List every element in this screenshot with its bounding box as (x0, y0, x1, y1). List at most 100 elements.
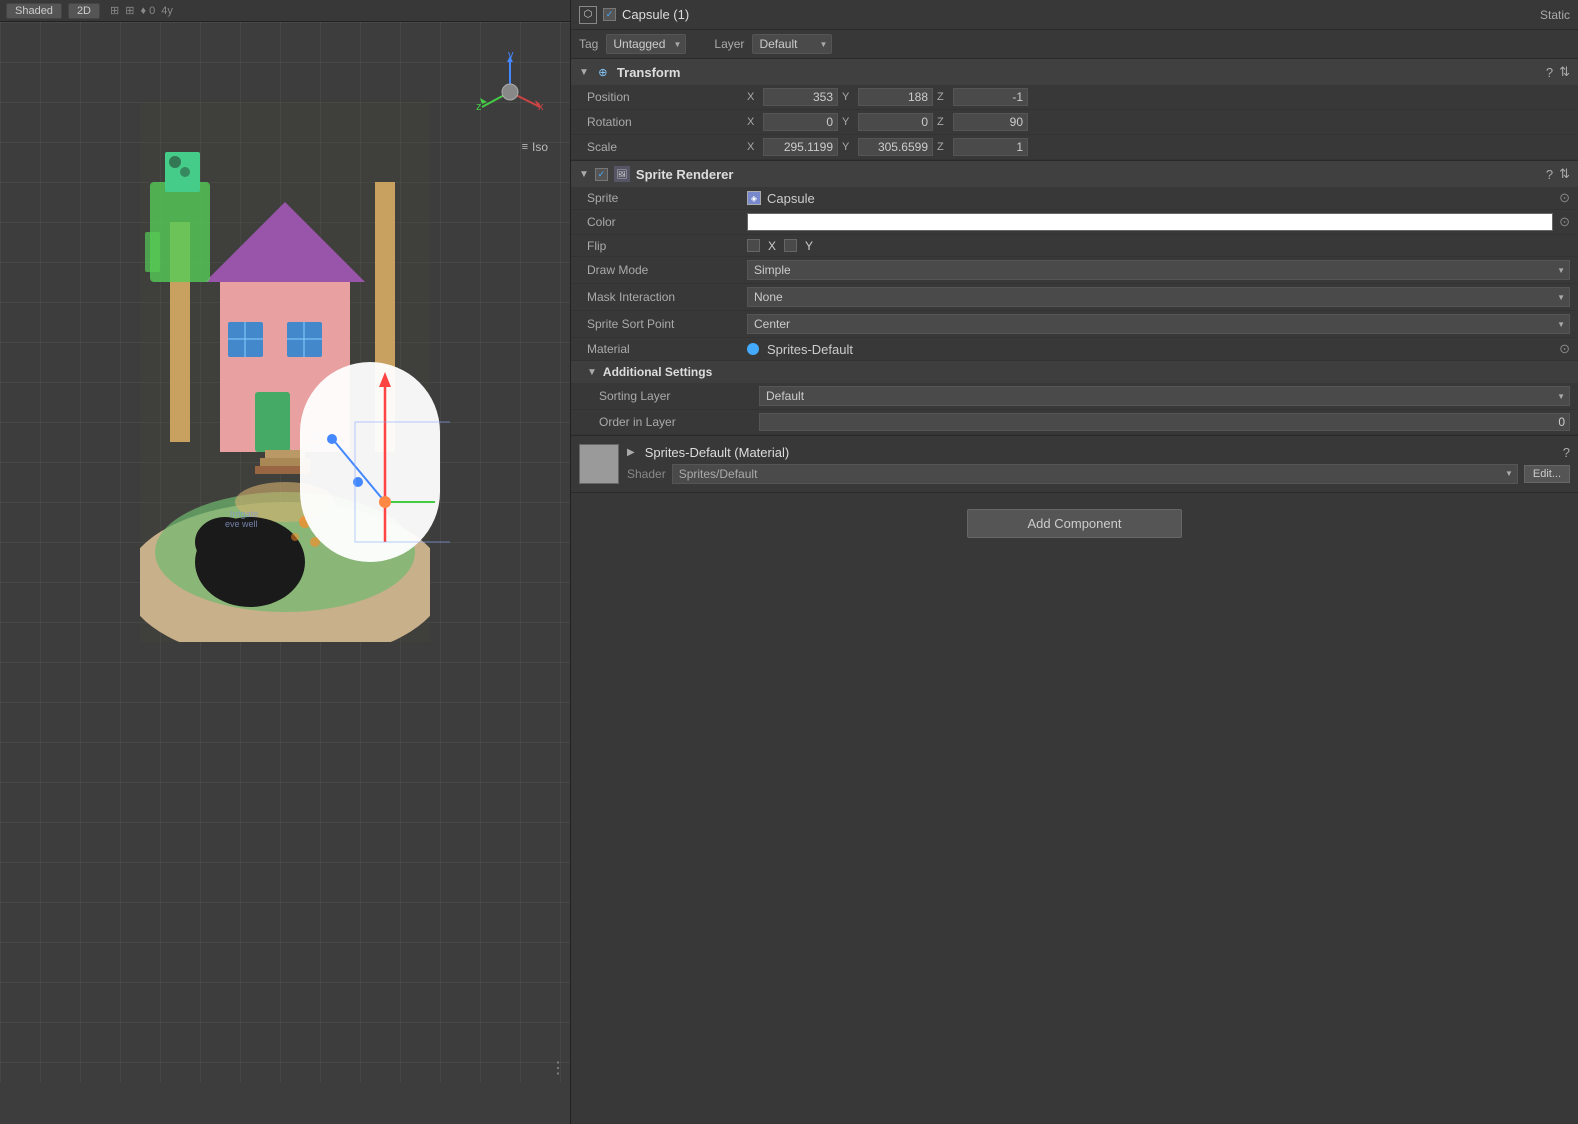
pos-y-input[interactable] (858, 88, 933, 106)
scale-x-input[interactable] (763, 138, 838, 156)
sprite-sort-point-dropdown[interactable]: Center (747, 314, 1570, 334)
sprite-renderer-header[interactable]: ▼ ✓ 🖼 Sprite Renderer ? ⇅ (571, 161, 1578, 187)
order-in-layer-input[interactable] (759, 413, 1570, 431)
material-name-label: Sprites-Default (Material) (645, 445, 790, 460)
material-expand-arrow[interactable]: ▶ (627, 447, 635, 458)
pos-z-input[interactable] (953, 88, 1028, 106)
color-swatch[interactable] (747, 213, 1553, 231)
scale-z-input[interactable] (953, 138, 1028, 156)
material-help-icon[interactable]: ? (1563, 445, 1570, 460)
scale-value: X Y Z (747, 138, 1570, 156)
transform-gizmo (320, 362, 450, 565)
sorting-layer-dropdown[interactable]: Default (759, 386, 1570, 406)
mask-interaction-row: Mask Interaction None (571, 284, 1578, 311)
object-3d-icon: ⬡ (579, 6, 597, 24)
shader-edit-button[interactable]: Edit... (1524, 465, 1570, 483)
rot-z-input[interactable] (953, 113, 1028, 131)
position-row: Position X Y Z (571, 85, 1578, 110)
order-in-layer-label: Order in Layer (599, 415, 759, 429)
transform-help-icon[interactable]: ? (1546, 65, 1553, 80)
mask-interaction-label: Mask Interaction (587, 290, 747, 304)
color-picker-icon[interactable]: ⊙ (1559, 214, 1570, 230)
layer-label: Layer (714, 37, 744, 51)
position-label: Position (587, 90, 747, 104)
sorting-layer-value: Default (759, 386, 1570, 406)
material-info: ▶ Sprites-Default (Material) ? Shader Sp… (627, 445, 1570, 484)
scale-row: Scale X Y Z (571, 135, 1578, 160)
static-label: Static (1540, 8, 1570, 22)
draw-mode-dropdown[interactable]: Simple (747, 260, 1570, 280)
scene-viewport: y z x ≡ Iso (0, 22, 570, 1082)
svg-text:x: x (538, 101, 544, 113)
sprite-picker-icon[interactable]: ⊙ (1559, 190, 1570, 206)
object-name: Capsule (1) (622, 7, 1534, 22)
scene-gizmo: y z x (470, 52, 550, 132)
material-row: Material Sprites-Default ⊙ (571, 338, 1578, 361)
material-section: ▶ Sprites-Default (Material) ? Shader Sp… (571, 436, 1578, 493)
material-icon (747, 343, 759, 355)
shader-label: Shader (627, 467, 666, 481)
sprite-renderer-component: ▼ ✓ 🖼 Sprite Renderer ? ⇅ Sprite ◈ Capsu… (571, 161, 1578, 436)
position-value: X Y Z (747, 88, 1570, 106)
iso-label: ≡ Iso (522, 140, 548, 154)
sprite-row: Sprite ◈ Capsule ⊙ (571, 187, 1578, 210)
scene-toolbar: Shaded 2D ⊞ ⊞ ♦ 0 4y (0, 0, 570, 22)
sprite-label: Sprite (587, 191, 747, 205)
material-picker-icon[interactable]: ⊙ (1559, 341, 1570, 357)
material-name-text: Sprites-Default (767, 342, 853, 357)
flip-row: Flip X Y (571, 235, 1578, 257)
draw-mode-label: Draw Mode (587, 263, 747, 277)
rotation-label: Rotation (587, 115, 747, 129)
transform-header[interactable]: ▼ ⊕ Transform ? ⇅ (571, 59, 1578, 85)
sprite-renderer-icon: 🖼 (614, 166, 630, 182)
svg-text:eve well: eve well (225, 519, 258, 529)
tag-dropdown[interactable]: Untagged (606, 34, 686, 54)
sprite-value: ◈ Capsule ⊙ (747, 190, 1570, 206)
svg-text:Irrigate: Irrigate (230, 509, 258, 519)
scene-options[interactable]: ⋮ (546, 1054, 570, 1082)
transform-title: Transform (617, 65, 1540, 80)
flip-y-label: Y (805, 239, 813, 253)
material-value: Sprites-Default ⊙ (747, 341, 1570, 357)
scale-y-input[interactable] (858, 138, 933, 156)
collapse-arrow: ▼ (579, 67, 589, 78)
shading-dropdown[interactable]: Shaded (6, 3, 62, 19)
flip-label: Flip (587, 239, 747, 253)
pos-x-input[interactable] (763, 88, 838, 106)
flip-x-label: X (768, 239, 776, 253)
material-label: Material (587, 342, 747, 356)
color-value[interactable]: ⊙ (747, 213, 1570, 231)
scene-panel: Shaded 2D ⊞ ⊞ ♦ 0 4y y z x (0, 0, 570, 1124)
rotation-row: Rotation X Y Z (571, 110, 1578, 135)
object-active-checkbox[interactable]: ✓ (603, 8, 616, 21)
shader-dropdown[interactable]: Sprites/Default (672, 464, 1518, 484)
transform-actions: ? ⇅ (1546, 64, 1570, 80)
sprite-renderer-checkbox[interactable]: ✓ (595, 168, 608, 181)
tag-label: Tag (579, 37, 598, 51)
dim-toggle[interactable]: 2D (68, 3, 100, 19)
order-in-layer-row: Order in Layer (571, 410, 1578, 435)
sprite-renderer-help-icon[interactable]: ? (1546, 167, 1553, 182)
sprite-renderer-collapse: ▼ (579, 169, 589, 180)
layer-dropdown[interactable]: Default (752, 34, 832, 54)
sorting-layer-row: Sorting Layer Default (571, 383, 1578, 410)
rot-x-input[interactable] (763, 113, 838, 131)
sprite-sort-point-value: Center (747, 314, 1570, 334)
additional-settings-header[interactable]: ▼ Additional Settings (571, 361, 1578, 383)
inspector-header: ⬡ ✓ Capsule (1) Static (571, 0, 1578, 30)
svg-text:z: z (476, 101, 482, 113)
material-thumbnail (579, 444, 619, 484)
rot-y-input[interactable] (858, 113, 933, 131)
add-component-button[interactable]: Add Component (967, 509, 1183, 538)
scale-label: Scale (587, 140, 747, 154)
draw-mode-value: Simple (747, 260, 1570, 280)
flip-y-checkbox[interactable] (784, 239, 797, 252)
mask-interaction-dropdown[interactable]: None (747, 287, 1570, 307)
transform-settings-icon[interactable]: ⇅ (1559, 64, 1570, 80)
color-row: Color ⊙ (571, 210, 1578, 235)
sprite-renderer-settings-icon[interactable]: ⇅ (1559, 166, 1570, 182)
rotation-value: X Y Z (747, 113, 1570, 131)
flip-x-checkbox[interactable] (747, 239, 760, 252)
order-in-layer-value (759, 413, 1570, 431)
additional-settings-collapse: ▼ (587, 367, 597, 378)
